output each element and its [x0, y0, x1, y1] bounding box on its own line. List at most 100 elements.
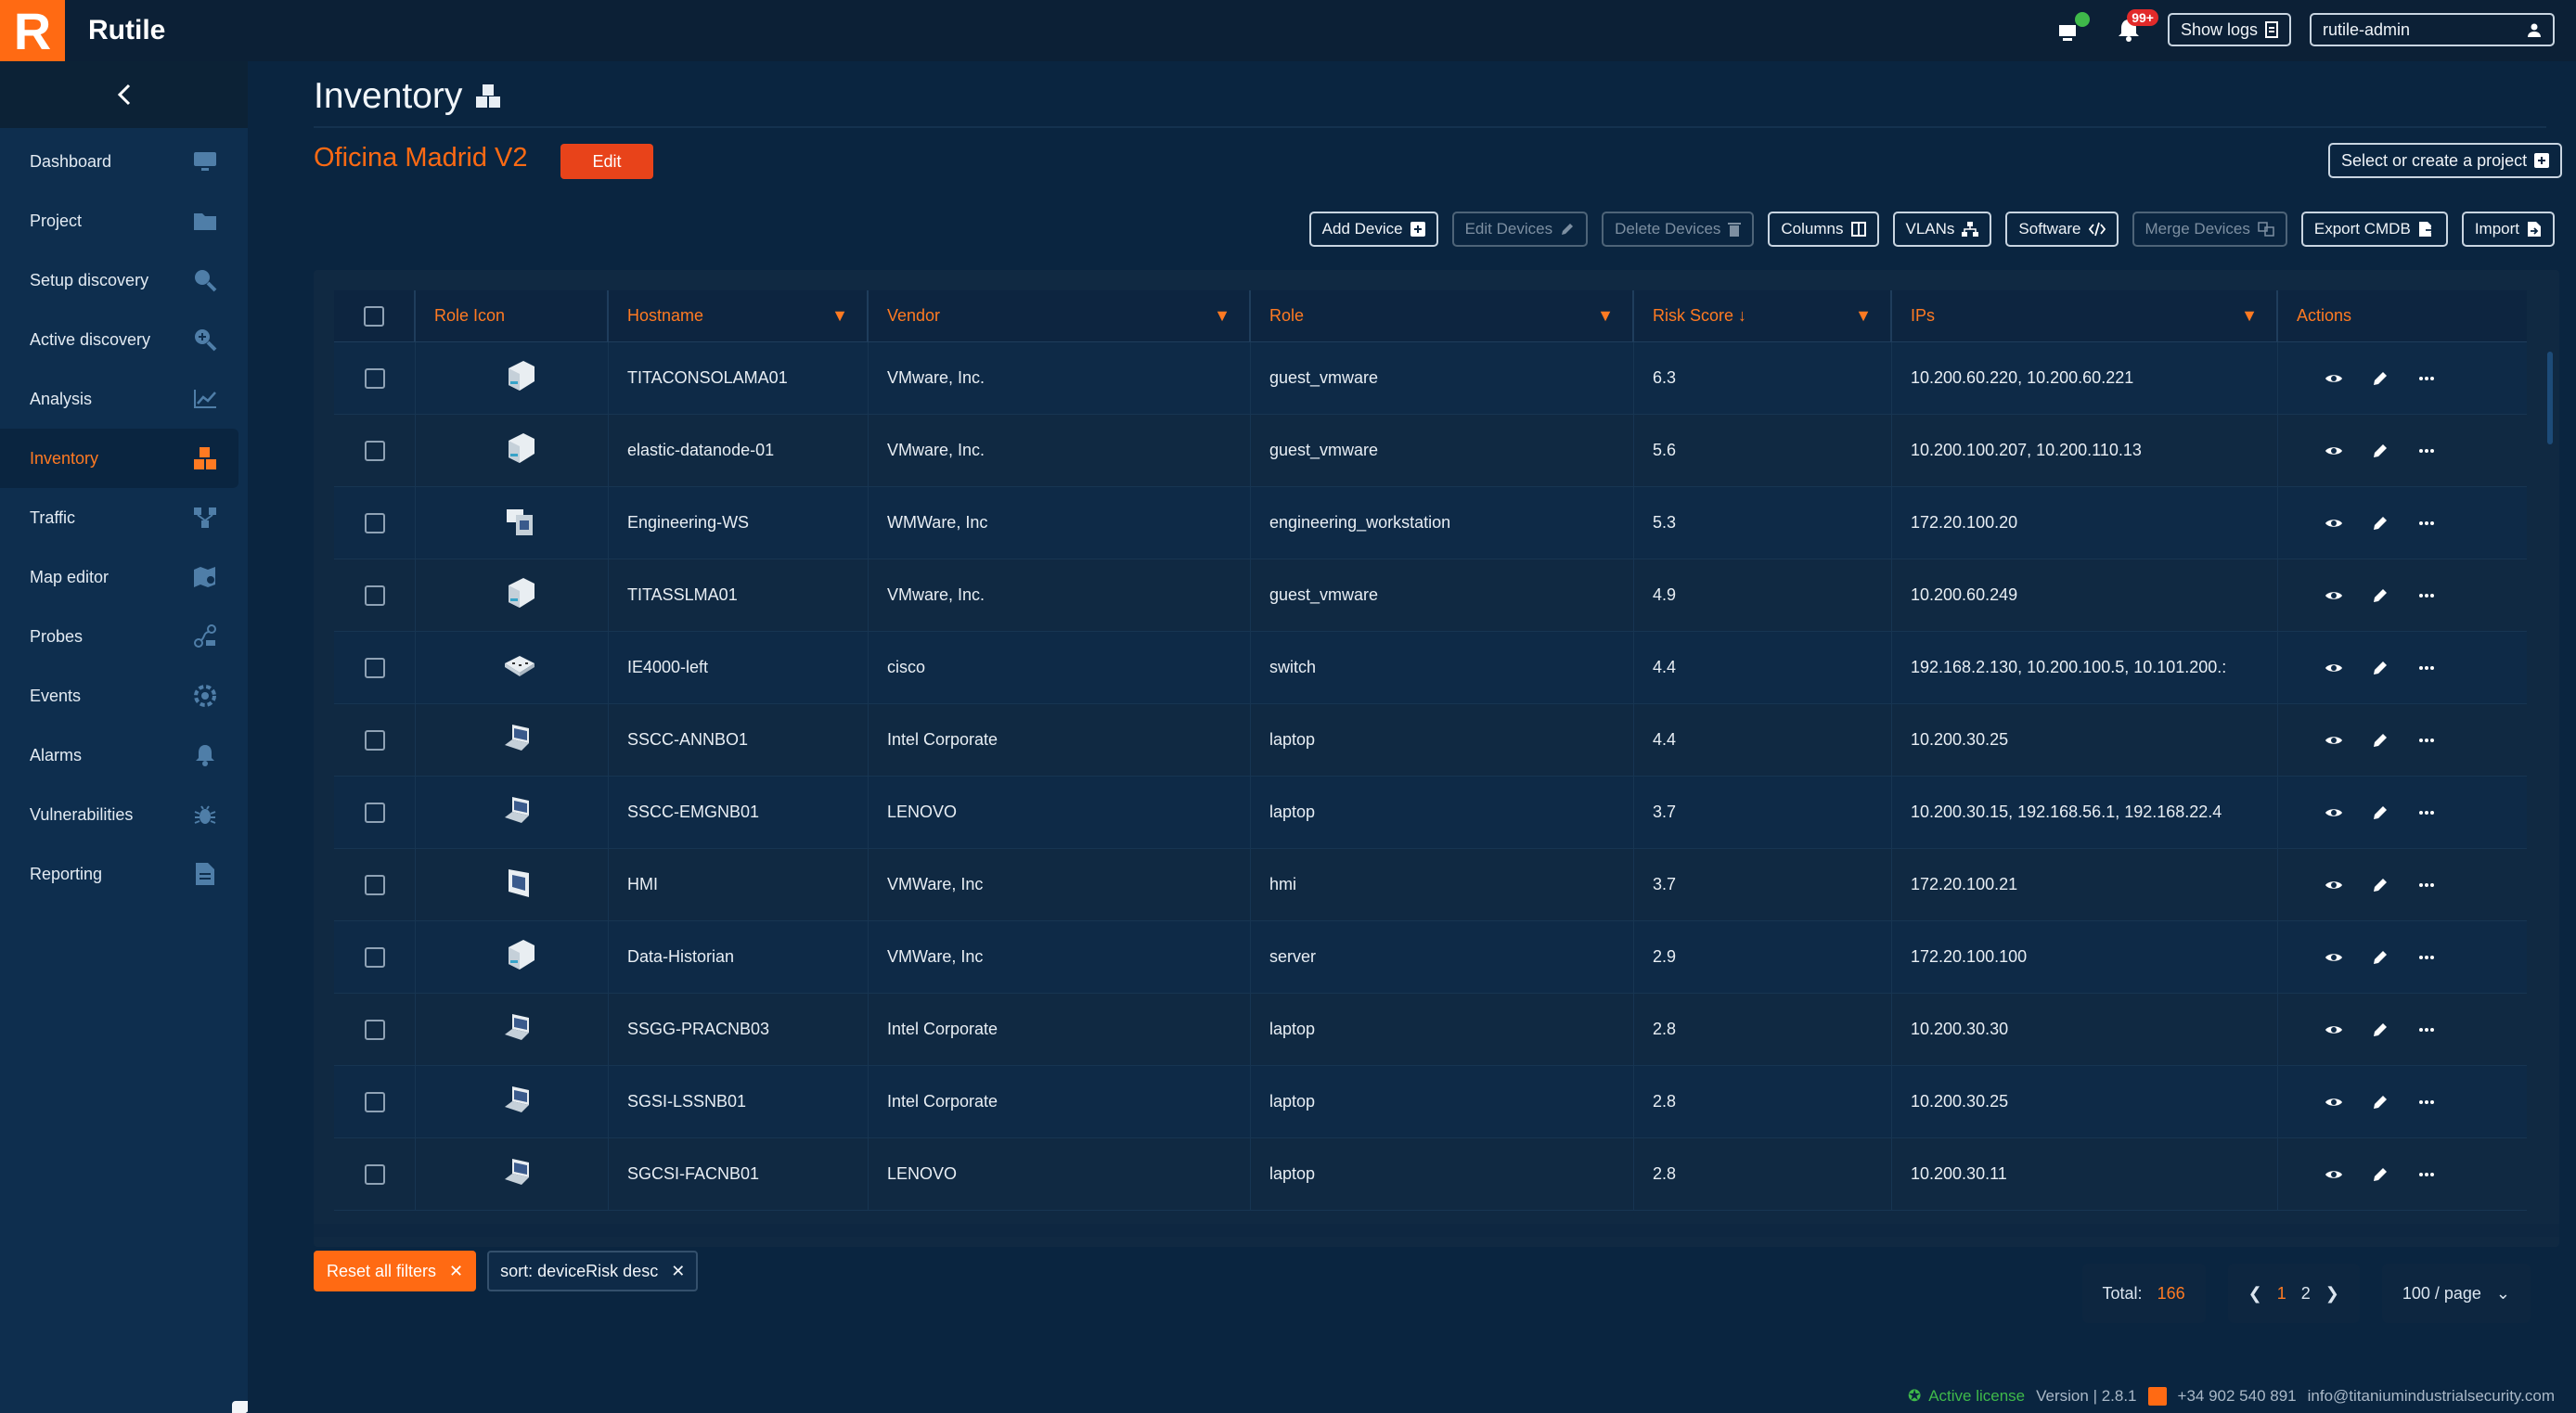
show-logs-button[interactable]: Show logs: [2167, 13, 2291, 46]
sidebar-item-map-editor[interactable]: Map editor: [0, 547, 238, 607]
row-checkbox[interactable]: [364, 946, 385, 968]
select-all-checkbox[interactable]: [364, 305, 384, 327]
sidebar-back-button[interactable]: [0, 61, 248, 128]
pencil-icon[interactable]: [2369, 512, 2391, 534]
chevron-right-icon[interactable]: ❯: [2325, 1284, 2339, 1304]
table-row[interactable]: SSCC-EMGNB01 LENOVO laptop 3.7 10.200.30.15,…: [334, 776, 2527, 849]
horizontal-scrollbar[interactable]: [314, 1224, 2559, 1237]
sidebar-item-traffic[interactable]: Traffic: [0, 488, 238, 547]
eye-icon[interactable]: [2323, 584, 2345, 607]
eye-icon[interactable]: [2323, 367, 2345, 390]
delete-devices-button[interactable]: Delete Devices: [1602, 212, 1755, 247]
col-ips[interactable]: IPs ▼: [1892, 289, 2278, 342]
sidebar-item-active-discovery[interactable]: Active discovery: [0, 310, 238, 369]
user-menu-button[interactable]: rutile-admin: [2310, 13, 2555, 46]
col-vendor[interactable]: Vendor ▼: [869, 289, 1251, 342]
eye-icon[interactable]: [2323, 729, 2345, 751]
eye-icon[interactable]: [2323, 946, 2345, 969]
rutile-logo[interactable]: R: [0, 0, 65, 61]
more-icon[interactable]: [2415, 874, 2438, 896]
edit-project-button[interactable]: Edit: [560, 144, 653, 179]
reset-filters-button[interactable]: Reset all filters ✕: [314, 1251, 477, 1291]
pencil-icon[interactable]: [2369, 584, 2391, 607]
more-icon[interactable]: [2415, 1163, 2438, 1186]
table-row[interactable]: SGCSI-FACNB01 LENOVO laptop 2.8 10.200.30.11: [334, 1137, 2527, 1211]
eye-icon[interactable]: [2323, 802, 2345, 824]
row-checkbox[interactable]: [364, 1163, 385, 1185]
eye-icon[interactable]: [2323, 1019, 2345, 1041]
merge-devices-button[interactable]: Merge Devices: [2132, 212, 2287, 247]
row-checkbox[interactable]: [364, 1019, 385, 1040]
more-icon[interactable]: [2415, 802, 2438, 824]
row-checkbox[interactable]: [364, 729, 385, 751]
per-page-select[interactable]: 100 / page ⌄: [2381, 1264, 2531, 1323]
row-checkbox[interactable]: [364, 584, 385, 606]
table-row[interactable]: TITASSLMA01 VMware, Inc. guest_vmware 4.9 10…: [334, 559, 2527, 632]
vlans-button[interactable]: VLANs: [1892, 212, 1992, 247]
sidebar-item-events[interactable]: Events: [0, 666, 238, 726]
sort-filter-chip[interactable]: sort: deviceRisk desc ✕: [487, 1251, 699, 1291]
row-checkbox[interactable]: [364, 440, 385, 461]
eye-icon[interactable]: [2323, 440, 2345, 462]
pencil-icon[interactable]: [2369, 874, 2391, 896]
email-link[interactable]: info@titaniumindustrialsecurity.com: [2308, 1387, 2555, 1406]
row-checkbox[interactable]: [364, 1091, 385, 1112]
notifications-bell-icon[interactable]: 99+: [2108, 9, 2158, 47]
more-icon[interactable]: [2415, 1091, 2438, 1113]
more-icon[interactable]: [2415, 729, 2438, 751]
vertical-scrollbar[interactable]: [2547, 352, 2553, 444]
col-hostname[interactable]: Hostname ▼: [609, 289, 869, 342]
row-checkbox[interactable]: [364, 874, 385, 895]
sidebar-item-project[interactable]: Project: [0, 191, 238, 250]
more-icon[interactable]: [2415, 584, 2438, 607]
pencil-icon[interactable]: [2369, 802, 2391, 824]
sidebar-item-dashboard[interactable]: Dashboard: [0, 132, 238, 191]
eye-icon[interactable]: [2323, 1163, 2345, 1186]
sidebar-item-reporting[interactable]: Reporting: [0, 844, 238, 904]
table-row[interactable]: SSCC-ANNBO1 Intel Corporate laptop 4.4 10.20…: [334, 703, 2527, 777]
columns-button[interactable]: Columns: [1768, 212, 1879, 247]
table-row[interactable]: IE4000-left cisco switch 4.4 192.168.2.130, …: [334, 631, 2527, 704]
sort-desc-icon[interactable]: ↓: [1738, 306, 1746, 325]
eye-icon[interactable]: [2323, 1091, 2345, 1113]
close-icon[interactable]: ✕: [671, 1262, 685, 1281]
pencil-icon[interactable]: [2369, 657, 2391, 679]
row-checkbox[interactable]: [364, 802, 385, 823]
more-icon[interactable]: [2415, 440, 2438, 462]
row-checkbox[interactable]: [364, 512, 385, 533]
more-icon[interactable]: [2415, 367, 2438, 390]
eye-icon[interactable]: [2323, 512, 2345, 534]
more-icon[interactable]: [2415, 1019, 2438, 1041]
eye-icon[interactable]: [2323, 874, 2345, 896]
table-row[interactable]: SGSI-LSSNB01 Intel Corporate laptop 2.8 10.2…: [334, 1065, 2527, 1138]
import-button[interactable]: Import: [2461, 212, 2555, 247]
pencil-icon[interactable]: [2369, 729, 2391, 751]
table-row[interactable]: SSGG-PRACNB03 Intel Corporate laptop 2.8 10.…: [334, 993, 2527, 1066]
eye-icon[interactable]: [2323, 657, 2345, 679]
chevron-left-icon[interactable]: ❮: [2248, 1284, 2262, 1304]
filter-icon[interactable]: ▼: [1855, 306, 1872, 326]
pencil-icon[interactable]: [2369, 367, 2391, 390]
add-device-button[interactable]: Add Device: [1308, 212, 1438, 247]
more-icon[interactable]: [2415, 657, 2438, 679]
filter-icon[interactable]: ▼: [1214, 306, 1230, 326]
page-2-button[interactable]: 2: [2301, 1284, 2311, 1304]
more-icon[interactable]: [2415, 512, 2438, 534]
pencil-icon[interactable]: [2369, 946, 2391, 969]
col-risk-score[interactable]: Risk Score ↓ ▼: [1634, 289, 1892, 342]
table-row[interactable]: Engineering-WS WMWare, Inc engineering_wor…: [334, 486, 2527, 559]
sidebar-item-analysis[interactable]: Analysis: [0, 369, 238, 429]
table-row[interactable]: Data-Historian VMWare, Inc server 2.9 172.20…: [334, 920, 2527, 994]
pencil-icon[interactable]: [2369, 1163, 2391, 1186]
filter-icon[interactable]: ▼: [2241, 306, 2258, 326]
edit-devices-button[interactable]: Edit Devices: [1451, 212, 1589, 247]
sidebar-item-setup-discovery[interactable]: Setup discovery: [0, 250, 238, 310]
sidebar-item-probes[interactable]: Probes: [0, 607, 238, 666]
table-row[interactable]: elastic-datanode-01 VMware, Inc. guest_vmw…: [334, 414, 2527, 487]
status-icon[interactable]: [2049, 12, 2090, 47]
table-row[interactable]: HMI VMWare, Inc hmi 3.7 172.20.100.21: [334, 848, 2527, 921]
pencil-icon[interactable]: [2369, 1091, 2391, 1113]
pencil-icon[interactable]: [2369, 440, 2391, 462]
filter-icon[interactable]: ▼: [831, 306, 848, 326]
select-project-button[interactable]: Select or create a project: [2328, 143, 2563, 178]
